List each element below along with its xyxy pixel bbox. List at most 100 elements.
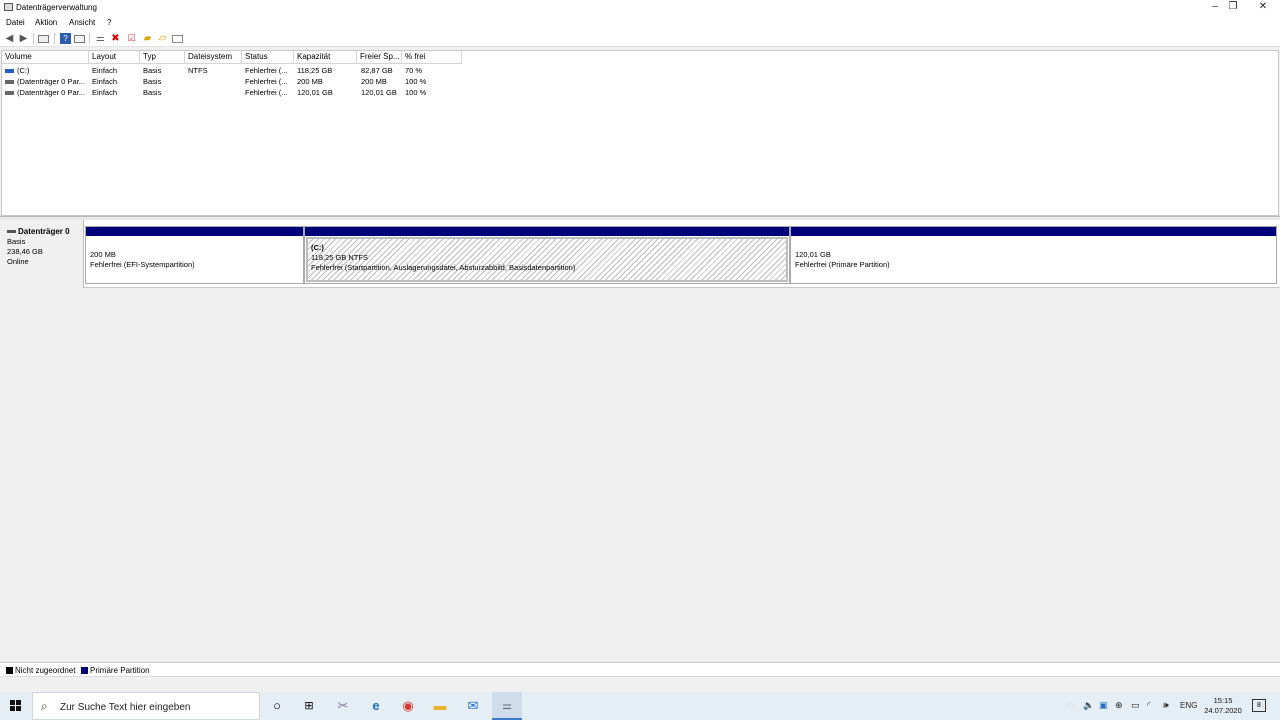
disk-row: Datenträger 0 Basis 238,46 GB Online 200… — [0, 220, 1280, 288]
menu-datei[interactable]: Datei — [6, 18, 25, 27]
security-icon[interactable]: ⊕ — [1115, 700, 1123, 711]
connect-disk-icon[interactable]: ⚌ — [95, 33, 106, 44]
column-header-dateisystem[interactable]: Dateisystem — [185, 51, 242, 64]
column-header-kapazitaet[interactable]: Kapazität — [294, 51, 357, 64]
cell-layout: Einfach — [92, 77, 118, 86]
partition-bar — [305, 227, 789, 236]
cell-volume: (C:) — [5, 65, 89, 76]
cell-layout: Einfach — [92, 88, 118, 97]
column-header-prozent-frei[interactable]: % frei — [402, 51, 462, 64]
back-arrow-icon[interactable]: ◀ — [4, 33, 15, 44]
partition-icon — [5, 80, 14, 85]
cell-kapazitaet: 200 MB — [297, 77, 323, 86]
disk-icon — [7, 230, 16, 234]
file-explorer-icon[interactable]: ▬ — [431, 697, 449, 715]
language-indicator[interactable]: ENG — [1180, 701, 1197, 710]
search-icon: ⌕ — [41, 699, 48, 713]
taskbar-active-app[interactable]: ⚌ — [492, 692, 522, 720]
partition-primary[interactable]: 120,01 GB Fehlerfrei (Primäre Partition) — [790, 226, 1277, 284]
taskbar-clock[interactable]: 15:15 24.07.2020 — [1203, 696, 1243, 716]
volume-icon — [5, 69, 14, 74]
edge-browser-icon[interactable]: e — [367, 697, 385, 715]
menu-help[interactable]: ? — [107, 18, 111, 27]
title-bar: Datenträgerverwaltung – ❐ ✕ — [0, 0, 1280, 15]
disk-size: 238,46 GB — [7, 247, 43, 256]
partition-bar — [791, 227, 1276, 236]
task-view-icon[interactable]: ⊞ — [300, 697, 318, 715]
menu-aktion[interactable]: Aktion — [35, 18, 57, 27]
help-icon[interactable]: ? — [60, 33, 71, 44]
open-folder-icon[interactable]: ▱ — [157, 33, 168, 44]
cell-layout: Einfach — [92, 66, 118, 75]
speaker-icon[interactable]: 🕪 — [1163, 700, 1169, 711]
cell-status: Fehlerfrei (... — [245, 77, 288, 86]
toolbar-separator — [33, 33, 34, 44]
forward-arrow-icon[interactable]: ▶ — [18, 33, 29, 44]
partition-c[interactable]: (C:) 118,25 GB NTFS Fehlerfrei (Startpar… — [304, 226, 790, 284]
partition-efi[interactable]: 200 MB Fehlerfrei (EFI-Systempartition) — [85, 226, 304, 284]
toolbar-separator — [54, 33, 55, 44]
wifi-icon[interactable]: ◜ — [1147, 700, 1151, 711]
table-row[interactable]: (Datenträger 0 Par... Einfach Basis Fehl… — [2, 76, 462, 87]
chrome-icon[interactable]: ◉ — [399, 697, 417, 715]
table-row[interactable]: (Datenträger 0 Par... Einfach Basis Fehl… — [2, 87, 462, 98]
toolbar: ◀ ▶ ? ⚌ ✖ ☑ ▰ ▱ — [0, 30, 1280, 47]
cell-status: Fehlerfrei (... — [245, 88, 288, 97]
cell-prozent-frei: 100 % — [405, 77, 427, 86]
mail-icon[interactable]: ✉ — [464, 697, 482, 715]
delete-icon[interactable]: ✖ — [110, 33, 121, 44]
cortana-icon[interactable]: ○ — [268, 697, 286, 715]
partition-body: (C:) 118,25 GB NTFS Fehlerfrei (Startpar… — [306, 237, 788, 282]
partition-size: 118,25 GB NTFS — [311, 253, 368, 262]
partition-size: 120,01 GB — [795, 250, 831, 259]
cell-volume-text: (Datenträger 0 Par... — [17, 77, 85, 86]
windows-start-icon[interactable] — [10, 700, 22, 712]
notification-center-icon[interactable]: 8 — [1252, 699, 1266, 712]
legend-swatch-primary — [81, 667, 88, 674]
partition-body: 200 MB Fehlerfrei (EFI-Systempartition) — [87, 237, 302, 282]
network-adapter-icon[interactable]: ▣ — [1099, 700, 1108, 711]
table-row[interactable]: (C:) Einfach Basis NTFS Fehlerfrei (... … — [2, 65, 462, 76]
legend-swatch-unallocated — [6, 667, 13, 674]
properties-icon[interactable] — [74, 35, 85, 43]
cell-typ: Basis — [143, 88, 162, 97]
search-placeholder: Zur Suche Text hier eingeben — [60, 702, 191, 713]
partition-status: Fehlerfrei (Startpartition, Auslagerungs… — [311, 263, 576, 272]
taskbar-search-box[interactable]: ⌕ Zur Suche Text hier eingeben — [32, 692, 260, 720]
menu-bar: Datei Aktion Ansicht ? — [0, 15, 1280, 30]
legend-label-unallocated: Nicht zugeordnet — [15, 666, 76, 675]
cell-freier-speicher: 200 MB — [361, 77, 387, 86]
cell-prozent-frei: 70 % — [405, 66, 423, 75]
cell-status: Fehlerfrei (... — [245, 66, 288, 75]
close-button[interactable]: ✕ — [1248, 0, 1278, 15]
cell-kapazitaet: 118,25 GB — [297, 66, 333, 75]
window-title: Datenträgerverwaltung — [16, 3, 97, 12]
cell-dateisystem: NTFS — [188, 66, 208, 75]
check-icon[interactable]: ☑ — [126, 33, 137, 44]
volume-icon[interactable]: 🔈 — [1083, 700, 1094, 711]
cell-volume: (Datenträger 0 Par... — [5, 87, 89, 98]
partition-body: 120,01 GB Fehlerfrei (Primäre Partition) — [792, 237, 1275, 282]
disk-view: Datenträger 0 Basis 238,46 GB Online 200… — [0, 220, 1280, 662]
clock-time: 15:15 — [1213, 696, 1233, 705]
column-header-status[interactable]: Status — [242, 51, 294, 64]
battery-icon[interactable]: ▭ — [1131, 700, 1140, 711]
cell-typ: Basis — [143, 66, 162, 75]
menu-ansicht[interactable]: Ansicht — [69, 18, 95, 27]
list-view-icon[interactable] — [38, 35, 49, 43]
snipping-tool-icon[interactable]: ✂ — [334, 697, 352, 715]
column-header-typ[interactable]: Typ — [140, 51, 185, 64]
notification-count: 8 — [1257, 702, 1261, 709]
status-bar — [0, 676, 1280, 692]
partition-name: (C:) — [311, 243, 324, 252]
column-header-volume[interactable]: Volume — [2, 51, 89, 64]
column-header-freier-speicher[interactable]: Freier Sp... — [357, 51, 402, 64]
column-header-layout[interactable]: Layout — [89, 51, 140, 64]
new-folder-icon[interactable]: ▰ — [142, 33, 153, 44]
tray-overflow-icon[interactable]: ◌ — [1068, 700, 1073, 710]
partition-status: Fehlerfrei (Primäre Partition) — [795, 260, 890, 269]
disk-info[interactable]: Datenträger 0 Basis 238,46 GB Online — [0, 220, 84, 288]
cell-kapazitaet: 120,01 GB — [297, 88, 333, 97]
console-icon[interactable] — [172, 35, 183, 43]
maximize-button[interactable]: ❐ — [1218, 0, 1248, 15]
